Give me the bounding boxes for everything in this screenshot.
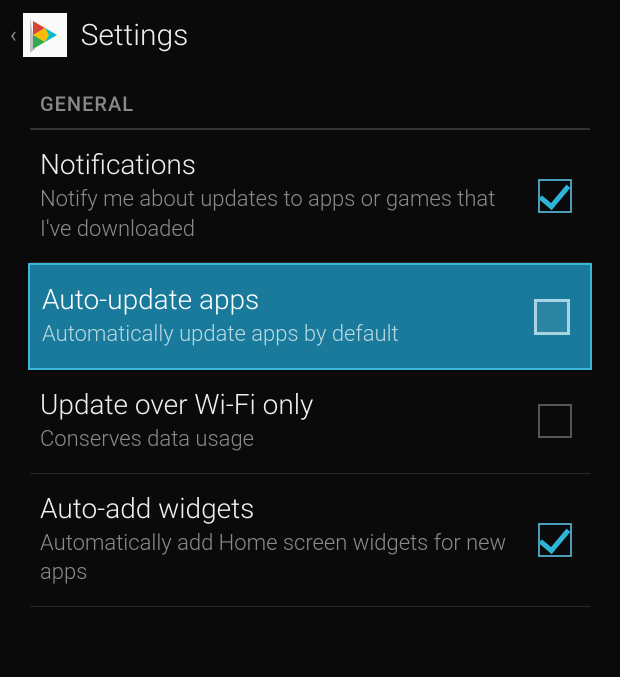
setting-text: Auto-update apps Automatically update ap… xyxy=(42,283,534,350)
checkbox-wifi-only[interactable] xyxy=(538,404,572,438)
setting-wifi-only[interactable]: Update over Wi-Fi only Conserves data us… xyxy=(30,370,590,474)
setting-auto-update[interactable]: Auto-update apps Automatically update ap… xyxy=(28,263,592,370)
setting-text: Update over Wi-Fi only Conserves data us… xyxy=(40,388,538,455)
setting-auto-add-widgets[interactable]: Auto-add widgets Automatically add Home … xyxy=(30,474,590,607)
setting-description: Conserves data usage xyxy=(40,425,518,455)
back-chevron-icon[interactable]: ‹ xyxy=(10,23,17,48)
checkbox-notifications[interactable] xyxy=(538,179,572,213)
setting-notifications[interactable]: Notifications Notify me about updates to… xyxy=(30,130,590,263)
setting-description: Automatically add Home screen widgets fo… xyxy=(40,529,518,588)
setting-title: Notifications xyxy=(40,148,518,181)
checkbox-auto-add-widgets[interactable] xyxy=(538,523,572,557)
setting-text: Notifications Notify me about updates to… xyxy=(40,148,538,244)
play-store-icon[interactable] xyxy=(23,13,67,57)
setting-title: Auto-update apps xyxy=(42,283,514,316)
setting-title: Auto-add widgets xyxy=(40,492,518,525)
page-title: Settings xyxy=(81,18,189,53)
section-header-general: GENERAL xyxy=(30,70,590,130)
app-header: ‹ Settings xyxy=(0,0,620,70)
setting-description: Automatically update apps by default xyxy=(42,320,514,350)
setting-title: Update over Wi-Fi only xyxy=(40,388,518,421)
checkbox-auto-update[interactable] xyxy=(534,299,570,335)
settings-content: GENERAL Notifications Notify me about up… xyxy=(0,70,620,607)
setting-description: Notify me about updates to apps or games… xyxy=(40,185,518,244)
setting-text: Auto-add widgets Automatically add Home … xyxy=(40,492,538,588)
